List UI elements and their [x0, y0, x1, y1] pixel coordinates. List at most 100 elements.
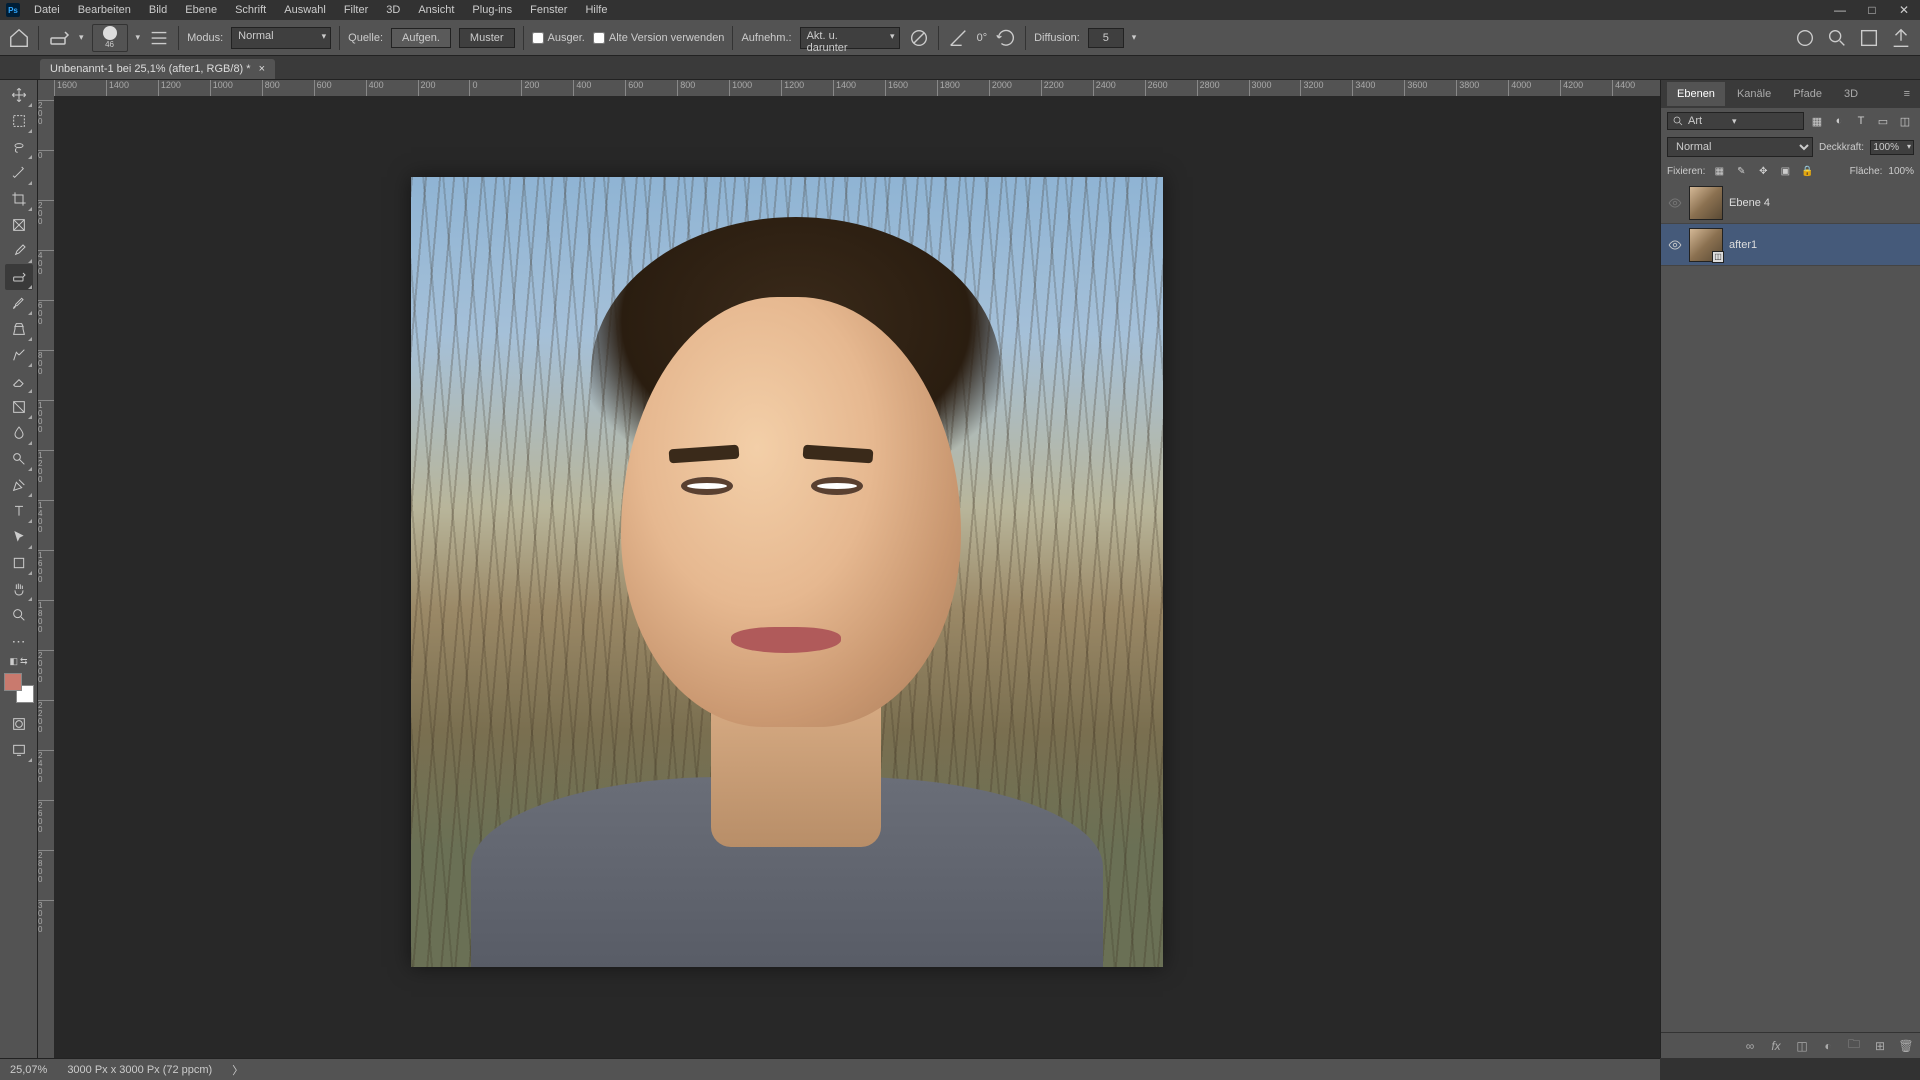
panel-tab-3d[interactable]: 3D	[1834, 82, 1868, 106]
close-tab-icon[interactable]: ×	[259, 63, 265, 75]
horizontal-ruler[interactable]: 1600140012001000800600400200020040060080…	[54, 80, 1660, 96]
ruler-origin[interactable]	[38, 80, 54, 96]
menu-item-datei[interactable]: Datei	[26, 2, 68, 18]
type-tool[interactable]	[5, 498, 33, 524]
new-group-icon[interactable]: 🗀	[1846, 1038, 1862, 1054]
delete-layer-icon[interactable]: 🗑	[1898, 1038, 1914, 1054]
clone-stamp-tool[interactable]	[5, 316, 33, 342]
workspace-icon[interactable]	[1858, 27, 1880, 49]
document-info[interactable]: 3000 Px x 3000 Px (72 ppcm)	[67, 1064, 212, 1076]
layer-row[interactable]: Ebene 4	[1661, 182, 1920, 224]
blend-mode-dropdown[interactable]: Normal	[231, 27, 331, 49]
home-button[interactable]	[8, 27, 30, 49]
shape-tool[interactable]	[5, 550, 33, 576]
layer-thumbnail[interactable]	[1689, 186, 1723, 220]
layer-blend-mode-dropdown[interactable]: Normal	[1667, 137, 1813, 157]
layer-fx-icon[interactable]: fx	[1768, 1038, 1784, 1054]
layer-filter-input[interactable]	[1688, 115, 1728, 127]
panel-menu-icon[interactable]: ≡	[1900, 84, 1914, 104]
fill-input[interactable]: 100%	[1888, 166, 1914, 177]
vertical-ruler[interactable]: 2 0 002 0 04 0 06 0 08 0 01 0 0 01 2 0 0…	[38, 96, 54, 1058]
canvas-viewport[interactable]	[54, 96, 1660, 1058]
blur-tool[interactable]	[5, 420, 33, 446]
move-tool[interactable]	[5, 82, 33, 108]
frame-tool[interactable]	[5, 212, 33, 238]
aligned-checkbox[interactable]: Ausger.	[532, 32, 585, 44]
angle-icon[interactable]	[947, 27, 969, 49]
menu-item-ebene[interactable]: Ebene	[177, 2, 225, 18]
marquee-tool[interactable]	[5, 108, 33, 134]
foreground-color-swatch[interactable]	[4, 673, 22, 691]
healing-brush-tool[interactable]	[5, 264, 33, 290]
lasso-tool[interactable]	[5, 134, 33, 160]
color-swatches[interactable]	[4, 673, 34, 703]
document-tab[interactable]: Unbenannt-1 bei 25,1% (after1, RGB/8) * …	[40, 59, 275, 79]
menu-item-filter[interactable]: Filter	[336, 2, 376, 18]
reset-angle-icon[interactable]	[995, 27, 1017, 49]
menu-item-ansicht[interactable]: Ansicht	[410, 2, 462, 18]
lock-pixels-icon[interactable]: ✎	[1733, 163, 1749, 179]
brush-settings-icon[interactable]	[148, 27, 170, 49]
dodge-tool[interactable]	[5, 446, 33, 472]
swap-colors-icon[interactable]: ⇆	[20, 656, 28, 667]
hand-tool[interactable]	[5, 576, 33, 602]
quick-mask-icon[interactable]	[5, 711, 33, 737]
menu-item-schrift[interactable]: Schrift	[227, 2, 274, 18]
panel-tab-ebenen[interactable]: Ebenen	[1667, 82, 1725, 106]
gradient-tool[interactable]	[5, 394, 33, 420]
layer-filter-dropdown[interactable]: ▾	[1667, 112, 1804, 130]
add-mask-icon[interactable]: ◫	[1794, 1038, 1810, 1054]
brush-preset-picker[interactable]: 46	[92, 24, 128, 52]
source-pattern-button[interactable]: Muster	[459, 28, 515, 48]
minimize-button[interactable]: —	[1824, 0, 1856, 20]
share-icon[interactable]	[1890, 27, 1912, 49]
new-layer-icon[interactable]: ⊞	[1872, 1038, 1888, 1054]
magic-wand-tool[interactable]	[5, 160, 33, 186]
filter-smart-icon[interactable]: ◫	[1896, 112, 1914, 130]
legacy-checkbox[interactable]: Alte Version verwenden	[593, 32, 725, 44]
menu-item-fenster[interactable]: Fenster	[522, 2, 575, 18]
lock-all-icon[interactable]: 🔒	[1799, 163, 1815, 179]
eyedropper-tool[interactable]	[5, 238, 33, 264]
cloud-docs-icon[interactable]	[1794, 27, 1816, 49]
menu-item-plug-ins[interactable]: Plug-ins	[464, 2, 520, 18]
filter-adjust-icon[interactable]: ◐	[1830, 112, 1848, 130]
layer-visibility-icon[interactable]	[1667, 195, 1683, 211]
brush-tool[interactable]	[5, 290, 33, 316]
zoom-tool[interactable]	[5, 602, 33, 628]
menu-item-bearbeiten[interactable]: Bearbeiten	[70, 2, 139, 18]
source-sampled-button[interactable]: Aufgen.	[391, 28, 451, 48]
menu-item-hilfe[interactable]: Hilfe	[577, 2, 615, 18]
opacity-input[interactable]: 100%	[1870, 140, 1914, 155]
document-image[interactable]	[411, 177, 1163, 967]
lock-artboard-icon[interactable]: ▣	[1777, 163, 1793, 179]
layer-name[interactable]: after1	[1729, 239, 1757, 251]
crop-tool[interactable]	[5, 186, 33, 212]
menu-item-3d[interactable]: 3D	[378, 2, 408, 18]
adjustment-layer-icon[interactable]: ◐	[1820, 1038, 1836, 1054]
eraser-tool[interactable]	[5, 368, 33, 394]
filter-shape-icon[interactable]: ▭	[1874, 112, 1892, 130]
layer-name[interactable]: Ebene 4	[1729, 197, 1770, 209]
lock-transparent-icon[interactable]: ▦	[1711, 163, 1727, 179]
filter-pixel-icon[interactable]: ▦	[1808, 112, 1826, 130]
panel-tab-kanäle[interactable]: Kanäle	[1727, 82, 1781, 106]
status-more-icon[interactable]: 〉	[232, 1062, 243, 1078]
filter-type-icon[interactable]: T	[1852, 112, 1870, 130]
sample-dropdown[interactable]: Akt. u. darunter	[800, 27, 900, 49]
screen-mode-icon[interactable]	[5, 737, 33, 763]
history-brush-tool[interactable]	[5, 342, 33, 368]
search-icon[interactable]	[1826, 27, 1848, 49]
link-layers-icon[interactable]: ∞	[1742, 1038, 1758, 1054]
menu-item-bild[interactable]: Bild	[141, 2, 175, 18]
zoom-level[interactable]: 25,07%	[10, 1064, 47, 1076]
edit-toolbar-icon[interactable]: ⋯	[5, 628, 33, 654]
layer-thumbnail[interactable]: ◫	[1689, 228, 1723, 262]
path-selection-tool[interactable]	[5, 524, 33, 550]
maximize-button[interactable]: □	[1856, 0, 1888, 20]
default-colors-icon[interactable]: ◧	[9, 656, 18, 667]
layer-visibility-icon[interactable]	[1667, 237, 1683, 253]
ignore-adjustment-icon[interactable]	[908, 27, 930, 49]
menu-item-auswahl[interactable]: Auswahl	[276, 2, 334, 18]
layer-row[interactable]: ◫ after1	[1661, 224, 1920, 266]
